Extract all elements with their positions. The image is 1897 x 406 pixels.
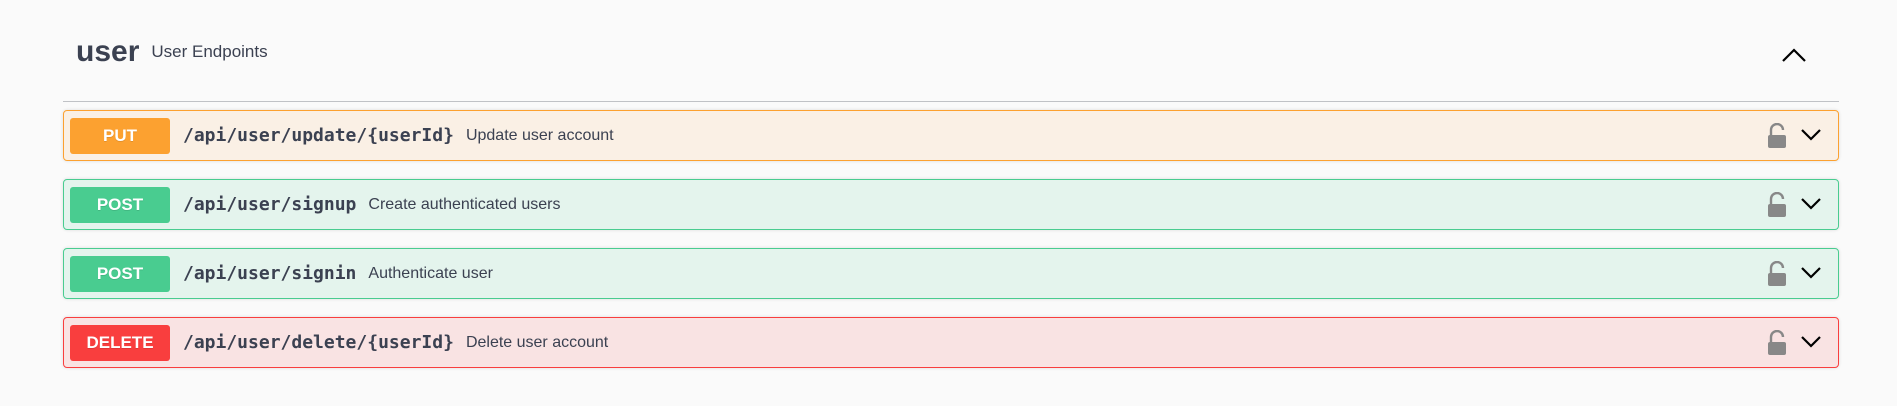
method-badge: PUT (70, 117, 170, 154)
operation-path: /api/user/delete/{userId} (183, 332, 454, 353)
unlocked-padlock-icon[interactable] (1766, 261, 1788, 287)
chevron-down-icon[interactable] (1800, 127, 1822, 143)
operation-summary: Delete user account (465, 333, 609, 351)
method-badge: POST (70, 186, 170, 223)
user-tag-section: user User Endpoints PUT /api/user/update… (63, 0, 1839, 368)
operation-summary: Update user account (465, 126, 614, 144)
unlocked-padlock-icon[interactable] (1766, 192, 1788, 218)
operation-path: /api/user/update/{userId} (183, 125, 454, 146)
chevron-up-icon[interactable] (1781, 46, 1807, 64)
operation-summary: Create authenticated users (368, 195, 561, 213)
operation-summary: Authenticate user (368, 264, 493, 282)
operation-delete-user[interactable]: DELETE /api/user/delete/{userId} Delete … (63, 317, 1839, 368)
chevron-down-icon[interactable] (1800, 265, 1822, 281)
operation-post-signin[interactable]: POST /api/user/signin Authenticate user (63, 248, 1839, 299)
operation-put-update-user[interactable]: PUT /api/user/update/{userId} Update use… (63, 110, 1839, 161)
method-badge: POST (70, 255, 170, 292)
tag-description: User Endpoints (151, 41, 268, 61)
unlocked-padlock-icon[interactable] (1766, 123, 1788, 149)
chevron-down-icon[interactable] (1800, 196, 1822, 212)
chevron-down-icon[interactable] (1800, 334, 1822, 350)
method-badge: DELETE (70, 324, 170, 361)
operation-post-signup[interactable]: POST /api/user/signup Create authenticat… (63, 179, 1839, 230)
unlocked-padlock-icon[interactable] (1766, 330, 1788, 356)
operation-path: /api/user/signup (183, 194, 357, 215)
tag-header[interactable]: user User Endpoints (63, 0, 1839, 102)
operation-path: /api/user/signin (183, 263, 357, 284)
tag-name: user (76, 34, 140, 68)
